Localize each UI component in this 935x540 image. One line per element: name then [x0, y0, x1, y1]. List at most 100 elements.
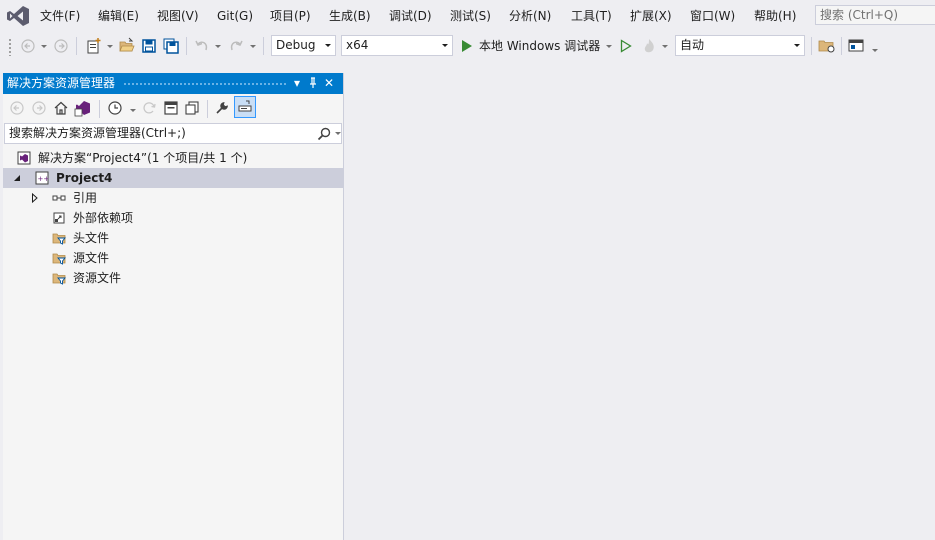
solution-label: 解决方案“Project4”(1 个项目/共 1 个)	[38, 151, 248, 165]
editor-area	[344, 60, 935, 540]
external-dependencies-icon	[53, 212, 65, 224]
solution-explorer-toolbar	[3, 95, 343, 122]
pending-changes-filter-icon[interactable]	[107, 100, 123, 116]
standard-toolbar: Debug x64 自动	[0, 32, 935, 60]
tree-source-files-node[interactable]: 源文件	[3, 248, 343, 268]
folder-settings-icon[interactable]	[818, 38, 836, 54]
forward-icon[interactable]	[31, 100, 47, 116]
open-file-icon[interactable]	[118, 37, 136, 55]
show-all-files-icon[interactable]	[184, 100, 200, 116]
solution-icon	[17, 151, 31, 165]
pin-glyph-icon	[310, 77, 316, 88]
svg-text:++: ++	[38, 175, 50, 183]
solution-explorer-panel: 解决方案资源管理器 ▾ ✕ 搜索解决方案资源管理器(Ctrl+;) 解决方案“P…	[3, 73, 344, 540]
back-icon[interactable]	[9, 100, 25, 116]
menu-bar: 文件(F) 编辑(E) 视图(V) Git(G) 项目(P) 生成(B) 调试(…	[0, 0, 935, 32]
tree-external-dependencies-node[interactable]: 外部依赖项	[3, 208, 343, 228]
platform-value: x64	[346, 38, 369, 52]
navigate-forward-icon[interactable]	[53, 38, 69, 54]
menu-git[interactable]: Git(G)	[217, 7, 253, 25]
solution-explorer-titlebar[interactable]: 解决方案资源管理器 ▾ ✕	[3, 73, 343, 94]
undo-dropdown-icon[interactable]	[215, 45, 221, 48]
switch-views-icon[interactable]	[74, 99, 92, 117]
menu-extensions[interactable]: 扩展(X)	[630, 7, 672, 25]
platform-combo[interactable]: x64	[341, 35, 453, 56]
menu-debug[interactable]: 调试(D)	[389, 7, 432, 25]
menu-window[interactable]: 窗口(W)	[690, 7, 735, 25]
properties-wrench-icon[interactable]	[214, 100, 230, 116]
start-without-debugging-icon[interactable]	[619, 38, 633, 54]
titlebar-grip	[123, 82, 286, 86]
menu-tools[interactable]: 工具(T)	[571, 7, 612, 25]
configuration-value: Debug	[276, 38, 316, 52]
filter-folder-icon	[52, 273, 66, 285]
chevron-down-icon	[442, 44, 448, 47]
window-position-dropdown-icon[interactable]: ▾	[289, 73, 305, 94]
run-target-dropdown-icon[interactable]	[606, 45, 612, 48]
panel-title: 解决方案资源管理器	[7, 76, 116, 90]
auto-combo[interactable]: 自动	[675, 35, 805, 56]
external-dependencies-label: 外部依赖项	[73, 211, 134, 225]
new-dropdown-icon[interactable]	[107, 45, 113, 48]
pin-icon[interactable]	[305, 73, 321, 94]
toolbar-separator	[76, 37, 77, 55]
visual-studio-logo-icon[interactable]	[6, 5, 30, 27]
home-icon[interactable]	[53, 100, 69, 116]
close-icon[interactable]: ✕	[321, 73, 337, 94]
menu-file[interactable]: 文件(F)	[40, 7, 80, 25]
tree-solution-node[interactable]: 解决方案“Project4”(1 个项目/共 1 个)	[3, 148, 343, 168]
menu-edit[interactable]: 编辑(E)	[98, 7, 139, 25]
menu-analyze[interactable]: 分析(N)	[509, 7, 551, 25]
menu-help[interactable]: 帮助(H)	[754, 7, 796, 25]
filter-folder-icon	[52, 253, 66, 265]
expanded-arrow-icon[interactable]	[13, 174, 21, 182]
browser-link-icon[interactable]	[848, 38, 866, 54]
search-options-dropdown-icon[interactable]	[335, 132, 341, 135]
references-icon	[52, 195, 66, 201]
filter-dropdown-icon[interactable]	[130, 109, 136, 112]
search-icon[interactable]	[317, 127, 331, 141]
start-debugging-icon[interactable]	[460, 38, 474, 54]
tree-resource-files-node[interactable]: 资源文件	[3, 268, 343, 288]
hot-reload-dropdown-icon[interactable]	[662, 45, 668, 48]
navigate-back-icon[interactable]	[20, 38, 36, 54]
configuration-combo[interactable]: Debug	[271, 35, 336, 56]
sync-icon[interactable]	[141, 100, 157, 116]
project-label: Project4	[56, 171, 113, 185]
menu-build[interactable]: 生成(B)	[329, 7, 371, 25]
redo-dropdown-icon[interactable]	[250, 45, 256, 48]
explorer-search-input[interactable]: 搜索解决方案资源管理器(Ctrl+;)	[4, 123, 342, 144]
undo-icon[interactable]	[194, 38, 210, 54]
tree-header-files-node[interactable]: 头文件	[3, 228, 343, 248]
search-input[interactable]: 搜索 (Ctrl+Q)	[815, 5, 935, 25]
toolbar-grip[interactable]	[8, 38, 12, 56]
toolbar-separator	[207, 100, 208, 118]
preview-selected-items-button[interactable]	[234, 96, 256, 118]
save-icon[interactable]	[141, 38, 157, 54]
auto-combo-value: 自动	[680, 38, 705, 52]
save-all-icon[interactable]	[163, 38, 179, 54]
hot-reload-icon[interactable]	[641, 37, 657, 55]
preview-icon	[238, 100, 252, 112]
back-dropdown-icon[interactable]	[41, 45, 47, 48]
tree-project-node[interactable]: ++ Project4	[3, 168, 343, 188]
cpp-project-icon: ++	[35, 171, 49, 185]
references-label: 引用	[73, 191, 98, 205]
run-target-label[interactable]: 本地 Windows 调试器	[479, 38, 600, 54]
redo-icon[interactable]	[228, 38, 244, 54]
collapsed-arrow-icon[interactable]	[31, 193, 39, 203]
filter-folder-icon	[52, 233, 66, 245]
chevron-down-icon	[325, 44, 331, 47]
tree-references-node[interactable]: 引用	[3, 188, 343, 208]
header-files-label: 头文件	[73, 231, 110, 245]
chevron-down-icon	[794, 44, 800, 47]
menu-test[interactable]: 测试(S)	[450, 7, 491, 25]
toolbar-overflow-icon[interactable]	[872, 49, 878, 52]
toolbar-separator	[811, 37, 812, 55]
menu-project[interactable]: 项目(P)	[270, 7, 311, 25]
toolbar-separator	[841, 37, 842, 55]
menu-view[interactable]: 视图(V)	[157, 7, 199, 25]
toolbar-separator	[186, 37, 187, 55]
collapse-all-icon[interactable]	[163, 100, 179, 116]
new-project-icon[interactable]	[85, 37, 103, 55]
